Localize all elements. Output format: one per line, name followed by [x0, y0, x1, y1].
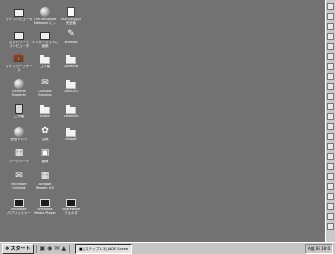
internet-explorer-quicklaunch-icon[interactable]: ◉ — [47, 245, 52, 253]
shortcut-bar-button[interactable] — [327, 213, 334, 220]
taskbar: ❖ スタート ▣ ◉ ✉ ▲ ■ [ステップ1-3] JADE Scene A般… — [0, 242, 335, 254]
shortcut-bar-button[interactable] — [327, 33, 334, 40]
office-shortcut-bar — [325, 0, 335, 243]
taskbar-separator — [35, 244, 37, 253]
shortcut-bar-button[interactable] — [327, 83, 334, 90]
start-label: スタート — [10, 245, 31, 252]
shortcut-bar-button[interactable] — [327, 163, 334, 170]
desktop: マイコンピュータ ネットワーク コンピュータ 💼 マイブリーフケース Inter… — [0, 0, 335, 254]
shortcut-bar-button[interactable] — [327, 63, 334, 70]
icon-label: ZoneRMI — [63, 115, 79, 118]
show-desktop-icon[interactable]: ▣ — [40, 245, 46, 253]
shortcut-bar-button[interactable] — [327, 3, 334, 10]
start-button[interactable]: ❖ スタート — [2, 243, 34, 254]
taskbar-window-button[interactable]: ■ [ステップ1-3] JADE Scene — [75, 243, 133, 254]
shortcut-bar-button[interactable] — [327, 113, 334, 120]
shortcut-bar-button[interactable] — [327, 93, 334, 100]
icon-label: Shareware フォルダ — [61, 208, 81, 215]
icon-label: PDFの作成の 完全版 — [60, 18, 82, 25]
icon-label: Bridge — [65, 138, 77, 141]
icon-label: 画像 — [41, 160, 49, 163]
shortcut-bar-button[interactable] — [327, 53, 334, 60]
shortcut-bar-button[interactable] — [327, 13, 334, 20]
shortcut-bar-button[interactable] — [327, 173, 334, 180]
shortcut-bar-button[interactable] — [327, 123, 334, 130]
folder-icon[interactable]: Bridge — [56, 126, 86, 156]
channels-quicklaunch-icon[interactable]: ▲ — [61, 245, 66, 253]
shortcut-bar-button[interactable] — [327, 43, 334, 50]
shortcut-bar-button[interactable] — [327, 73, 334, 80]
icon-label: ZoneLIB — [64, 65, 78, 68]
icon-label: ZonCVU — [64, 90, 78, 93]
taskbar-window-label: [ステップ1-3] JADE Scene — [83, 246, 129, 251]
shareware-icon[interactable]: Shareware フォルダ — [56, 196, 86, 226]
taskbar-separator — [69, 244, 71, 253]
system-tray: A般 Bi 18:0 — [304, 243, 333, 254]
shortcut-bar-button[interactable] — [327, 103, 334, 110]
shortcut-bar-button[interactable] — [327, 133, 334, 140]
shortcut-bar-button[interactable] — [327, 23, 334, 30]
tray-text: A般 Bi 18:0 — [307, 245, 330, 251]
shortcut-bar-button[interactable] — [327, 223, 334, 230]
shortcut-bar-button[interactable] — [327, 153, 334, 160]
shortcut-bar-button[interactable] — [327, 193, 334, 200]
icon-label: Acrobat Reader 4.0 — [35, 183, 55, 190]
icon-label: Wnmap — [64, 41, 78, 44]
shortcut-bar-button[interactable] — [327, 203, 334, 210]
outlook-express-quicklaunch-icon[interactable]: ✉ — [54, 245, 59, 253]
app-icon: ■ — [79, 246, 83, 251]
shortcut-bar-button[interactable] — [327, 183, 334, 190]
shortcut-bar-button[interactable] — [327, 143, 334, 150]
windows-logo-icon: ❖ — [5, 245, 10, 252]
